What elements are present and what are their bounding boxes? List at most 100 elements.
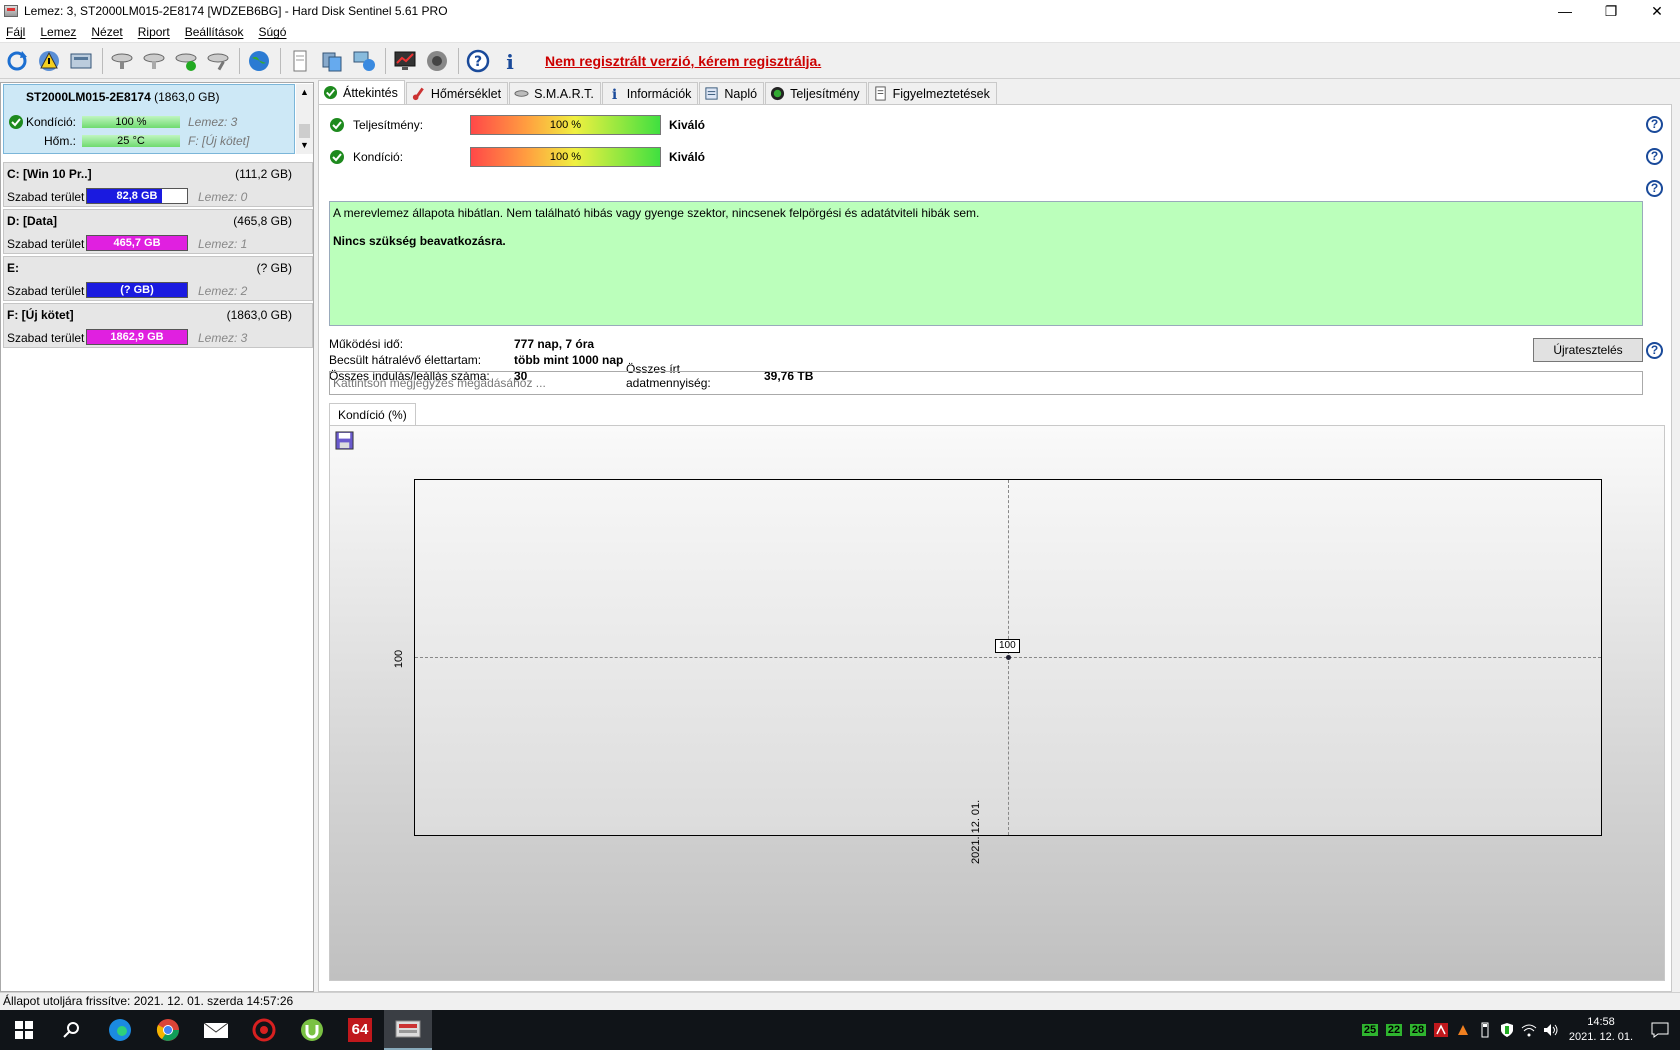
log-icon <box>704 86 719 101</box>
cpu-temp-indicator[interactable]: 25 <box>1358 1010 1382 1050</box>
note-field[interactable]: Kattintson megjegyzés megadásához ... <box>329 371 1643 395</box>
partition-disk: Lemez: 1 <box>198 237 248 251</box>
scroll-up-icon[interactable]: ▲ <box>296 84 313 101</box>
partition-item[interactable]: D: [Data] (465,8 GB) Szabad terület 465,… <box>3 209 313 254</box>
help-icon[interactable]: ? <box>1646 180 1663 197</box>
disk-test-2-icon[interactable] <box>141 48 167 74</box>
wifi-icon[interactable] <box>1518 1010 1540 1050</box>
disk-tool-icon[interactable] <box>205 48 231 74</box>
partition-item[interactable]: C: [Win 10 Pr..] (111,2 GB) Szabad terül… <box>3 162 313 207</box>
partition-item[interactable]: E: (? GB) Szabad terület (? GB) Lemez: 2 <box>3 256 313 301</box>
partition-free-label: Szabad terület <box>7 331 85 345</box>
retest-button[interactable]: Újratesztelés <box>1533 338 1643 362</box>
menu-report[interactable]: Riport <box>132 25 179 39</box>
gpu-temp-indicator[interactable]: 22 <box>1382 1010 1406 1050</box>
disk-list-panel: ST2000LM015-2E8174 (1863,0 GB) Kondíció:… <box>0 82 314 992</box>
svg-text:i: i <box>612 87 617 101</box>
save-icon[interactable] <box>335 431 354 450</box>
gauge-icon <box>770 86 785 101</box>
warning-disk-icon[interactable] <box>36 48 62 74</box>
data-point-label: 100 <box>995 639 1020 653</box>
hdsentinel-icon[interactable] <box>384 1010 432 1050</box>
game-icon[interactable] <box>240 1010 288 1050</box>
tab-alerts[interactable]: Figyelmeztetések <box>867 82 997 104</box>
tab-temperature[interactable]: Hőmérséklet <box>405 82 509 104</box>
toolbar-separator <box>458 47 459 74</box>
menu-settings[interactable]: Beállítások <box>179 25 253 39</box>
volume-icon[interactable] <box>1540 1010 1562 1050</box>
lifetime-label: Becsült hátralévő élettartam: <box>329 353 482 367</box>
tab-strip: Áttekintés Hőmérséklet S.M.A.R.T. i Info… <box>318 80 998 104</box>
system-tray: 25 22 28 14:58 2021. 12. 01. <box>1358 1010 1680 1050</box>
report-icon[interactable] <box>287 48 313 74</box>
tab-label: Hőmérséklet <box>430 86 502 101</box>
tab-overview[interactable]: Áttekintés <box>318 80 405 104</box>
check-icon <box>323 85 338 100</box>
tab-label: S.M.A.R.T. <box>534 86 594 101</box>
disk-test-icon[interactable] <box>109 48 135 74</box>
amd-icon[interactable] <box>1452 1010 1474 1050</box>
partition-item[interactable]: F: [Új kötet] (1863,0 GB) Szabad terület… <box>3 303 313 348</box>
chrome-icon[interactable] <box>144 1010 192 1050</box>
disk-temp-row: Hőm.: 25 °C F: [Új kötet] <box>4 132 294 150</box>
disk-card[interactable]: ST2000LM015-2E8174 (1863,0 GB) Kondíció:… <box>3 84 295 154</box>
partition-name: D: [Data] <box>7 214 57 228</box>
tab-smart[interactable]: S.M.A.R.T. <box>509 82 601 104</box>
partition-free-label: Szabad terület <box>7 284 85 298</box>
search-icon[interactable] <box>48 1010 96 1050</box>
tab-log[interactable]: Napló <box>699 82 765 104</box>
condition-graph-panel: 100 100 2021. 12. 01. <box>329 425 1665 981</box>
disk-list-scrollbar[interactable]: ▲ ▼ <box>296 84 313 154</box>
disk-info-icon[interactable] <box>68 48 94 74</box>
globe-icon[interactable] <box>246 48 272 74</box>
uptime-label: Működési idő: <box>329 337 404 351</box>
minimize-button[interactable]: — <box>1542 0 1588 22</box>
notification-icon[interactable] <box>1640 1022 1680 1038</box>
disk-temp-indicator[interactable]: 28 <box>1406 1010 1430 1050</box>
help-icon[interactable]: ? <box>465 48 491 74</box>
mail-icon[interactable] <box>192 1010 240 1050</box>
partition-disk: Lemez: 3 <box>198 331 248 345</box>
partition-size: (465,8 GB) <box>233 214 292 228</box>
defender-icon[interactable] <box>1496 1010 1518 1050</box>
menu-file[interactable]: Fájl <box>0 25 34 39</box>
menu-help[interactable]: Súgó <box>252 25 295 39</box>
window-controls: — ❐ ✕ <box>1542 0 1680 22</box>
partition-disk: Lemez: 2 <box>198 284 248 298</box>
tab-performance[interactable]: Teljesítmény <box>765 82 867 104</box>
aida64-icon[interactable]: 64 <box>336 1010 384 1050</box>
toolbar-separator <box>102 47 103 74</box>
monitor-icon[interactable] <box>392 48 418 74</box>
partition-free-bar: 1862,9 GB <box>86 329 188 345</box>
refresh-icon[interactable] <box>4 48 30 74</box>
edge-icon[interactable] <box>96 1010 144 1050</box>
maximize-button[interactable]: ❐ <box>1588 0 1634 22</box>
disk-condition-bar: 100 % <box>82 116 180 128</box>
tab-information[interactable]: i Információk <box>601 82 699 104</box>
disk-ok-icon[interactable] <box>173 48 199 74</box>
usb-drive-icon[interactable] <box>1474 1010 1496 1050</box>
help-icon[interactable]: ? <box>1646 148 1663 165</box>
help-icon[interactable]: ? <box>1646 342 1663 359</box>
windows-start-icon[interactable] <box>0 1010 48 1050</box>
scroll-thumb[interactable] <box>299 124 310 138</box>
partition-free-label: Szabad terület <box>7 190 85 204</box>
tab-condition-graph[interactable]: Kondíció (%) <box>329 403 416 426</box>
performance-bar: 100 % <box>470 115 661 135</box>
scroll-down-icon[interactable]: ▼ <box>296 137 313 154</box>
network-icon[interactable] <box>351 48 377 74</box>
clock[interactable]: 14:58 2021. 12. 01. <box>1562 1015 1640 1045</box>
info-icon[interactable]: i <box>497 48 523 74</box>
menu-disk[interactable]: Lemez <box>34 25 85 39</box>
aida64-tray-icon[interactable] <box>1430 1010 1452 1050</box>
clock-time: 14:58 <box>1587 1016 1615 1028</box>
help-icon[interactable]: ? <box>1646 116 1663 133</box>
menu-view[interactable]: Nézet <box>85 25 131 39</box>
register-link[interactable]: Nem regisztrált verzió, kérem regisztrál… <box>545 53 821 69</box>
clock-date: 2021. 12. 01. <box>1568 1031 1634 1043</box>
data-point <box>1006 655 1011 660</box>
close-button[interactable]: ✕ <box>1634 0 1680 22</box>
speaker-icon[interactable] <box>424 48 450 74</box>
transfer-icon[interactable] <box>319 48 345 74</box>
utorrent-icon[interactable] <box>288 1010 336 1050</box>
